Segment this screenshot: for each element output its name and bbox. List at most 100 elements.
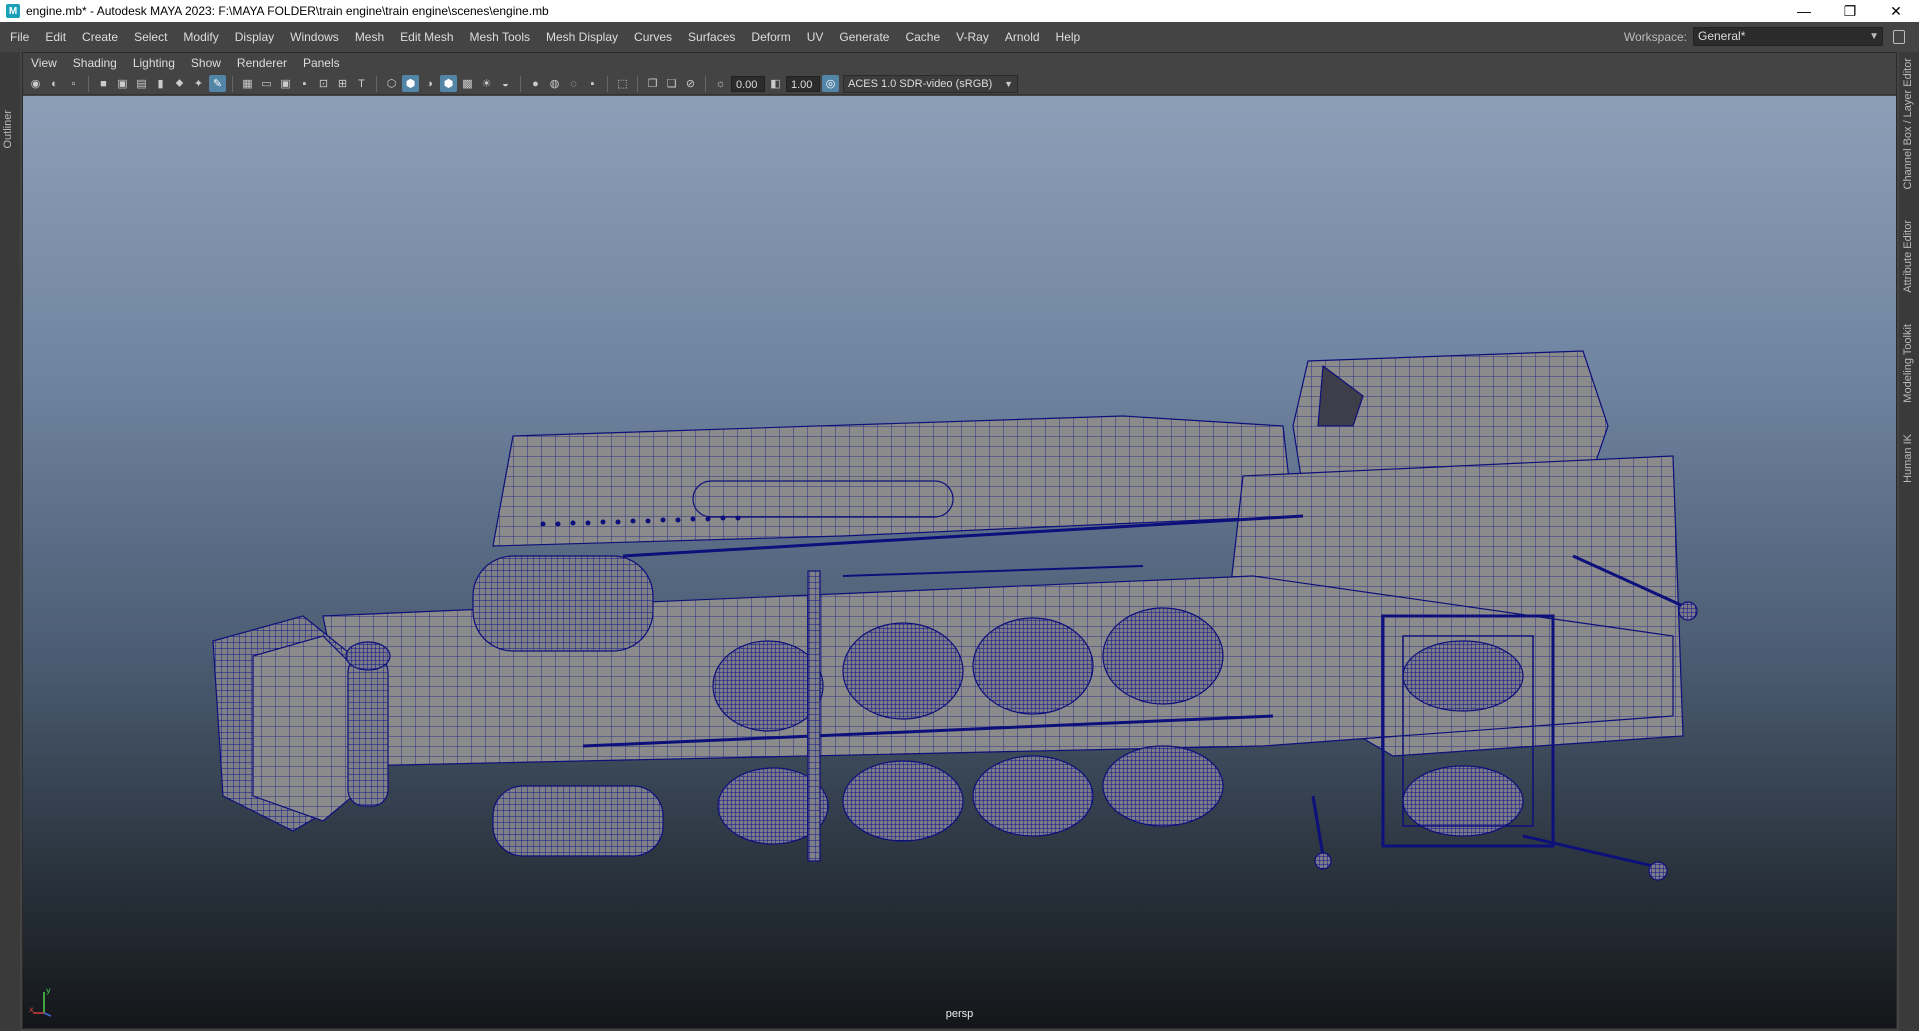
menu-curves[interactable]: Curves [626,22,680,52]
panel-menu-renderer[interactable]: Renderer [229,56,295,70]
menu-vray[interactable]: V-Ray [948,22,997,52]
ambient-occlusion-icon[interactable]: ● [527,75,544,92]
menu-display[interactable]: Display [227,22,282,52]
menu-mesh-tools[interactable]: Mesh Tools [462,22,538,52]
chevron-down-icon: ▼ [1869,31,1879,42]
view-transform-value: ACES 1.0 SDR-video (sRGB) [848,77,993,90]
text-icon[interactable]: T [353,75,370,92]
menu-arnold[interactable]: Arnold [997,22,1048,52]
menu-select[interactable]: Select [126,22,175,52]
menu-surfaces[interactable]: Surfaces [680,22,743,52]
camera-name-label: persp [945,1008,974,1020]
panel-menu-panels[interactable]: Panels [295,56,348,70]
window-title: engine.mb* - Autodesk MAYA 2023: F:\MAYA… [26,4,549,18]
perspective-panel: View Shading Lighting Show Renderer Pane… [22,52,1897,1029]
field-chart-icon[interactable]: ▪ [296,75,313,92]
wireframe-icon[interactable]: ⬡ [383,75,400,92]
bookmark-icon[interactable]: ▫ [65,75,82,92]
toolbar-divider [607,75,608,92]
exposure-icon[interactable]: ☼ [712,75,729,92]
image-plane-icon[interactable]: ▣ [114,75,131,92]
smooth-shade-icon[interactable]: ⬢ [402,75,419,92]
toolbar-divider [705,75,706,92]
toolbar-divider [376,75,377,92]
outliner-strip[interactable]: Outliner [0,52,20,1031]
menu-uv[interactable]: UV [799,22,832,52]
train-engine-model[interactable] [23,96,1896,1028]
lock-camera-icon[interactable]: ⬥ [171,75,188,92]
panel-menu-show[interactable]: Show [183,56,229,70]
pencil-icon[interactable]: ✎ [209,75,226,92]
twod-pan-icon[interactable]: ▤ [133,75,150,92]
panel-menu-view[interactable]: View [23,56,65,70]
gamma-field[interactable]: 1.00 [786,75,820,92]
viewport-persp[interactable]: y x persp [23,96,1896,1028]
safe-title-icon[interactable]: ⊞ [334,75,351,92]
minimize-button[interactable]: — [1781,0,1827,22]
tab-human-ik[interactable]: Human IK [1902,434,1914,483]
menu-modify[interactable]: Modify [175,22,226,52]
menu-deform[interactable]: Deform [743,22,798,52]
window-title-bar: M engine.mb* - Autodesk MAYA 2023: F:\MA… [0,0,1919,22]
workspace-label: Workspace: [1623,29,1687,44]
panel-menu-bar: View Shading Lighting Show Renderer Pane… [23,53,1896,73]
color-management-icon[interactable]: ◎ [822,75,839,92]
tab-modeling-toolkit[interactable]: Modeling Toolkit [1902,324,1914,403]
axis-y-label: y [46,986,51,995]
tab-channel-box[interactable]: Channel Box / Layer Editor [1902,58,1914,189]
menu-create[interactable]: Create [74,22,126,52]
default-material-icon[interactable]: ◑ [421,75,438,92]
workspace-dropdown[interactable]: General* ▼ [1693,27,1883,46]
panel-menu-shading[interactable]: Shading [65,56,125,70]
menu-mesh-display[interactable]: Mesh Display [538,22,626,52]
textured-icon[interactable]: ▩ [459,75,476,92]
wireframe-on-shaded-icon[interactable]: ⬢ [440,75,457,92]
menu-cache[interactable]: Cache [897,22,948,52]
toolbar-divider [88,75,89,92]
exposure-field[interactable]: 0.00 [731,75,765,92]
tab-attribute-editor[interactable]: Attribute Editor [1902,220,1914,293]
panel-menu-lighting[interactable]: Lighting [125,56,183,70]
maximize-button[interactable]: ❐ [1827,0,1873,22]
camera-icon[interactable]: ■ [95,75,112,92]
outliner-tab-label[interactable]: Outliner [2,110,14,149]
toolbar-divider [232,75,233,92]
menu-windows[interactable]: Windows [282,22,347,52]
panel-toolbar: ◉ ◐ ▫ ■ ▣ ▤ ▮ ⬥ ✦ ✎ ▦ ▭ ▣ ▪ ⊡ ⊞ T ⬡ ⬢ ◑ … [23,73,1896,95]
menu-generate[interactable]: Generate [831,22,897,52]
toolbar-divider [637,75,638,92]
menu-file[interactable]: File [0,22,37,52]
grease-pencil-icon[interactable]: ▮ [152,75,169,92]
anti-aliasing-icon[interactable]: ◌ [565,75,582,92]
depth-of-field-icon[interactable]: ▪ [584,75,601,92]
view-transform-dropdown[interactable]: ACES 1.0 SDR-video (sRGB) ▼ [843,74,1018,93]
grid-icon[interactable]: ▦ [239,75,256,92]
xray-joints-icon[interactable]: ❏ [663,75,680,92]
gamma-icon[interactable]: ◧ [767,75,784,92]
resolution-gate-icon[interactable]: ▭ [258,75,275,92]
menu-help[interactable]: Help [1048,22,1089,52]
lock-icon[interactable] [1893,29,1905,44]
close-button[interactable]: ✕ [1873,0,1919,22]
maya-app-icon: M [6,4,20,18]
camera-attributes-icon[interactable]: ◐ [46,75,63,92]
workspace-selector: Workspace: General* ▼ [1624,27,1905,46]
model-wireframe [212,350,1698,881]
menu-edit[interactable]: Edit [37,22,74,52]
xray-components-icon[interactable]: ⊘ [682,75,699,92]
chevron-down-icon: ▼ [1004,78,1013,89]
select-camera-icon[interactable]: ◉ [27,75,44,92]
menu-mesh[interactable]: Mesh [347,22,392,52]
toolbar-divider [520,75,521,92]
lights-icon[interactable]: ☀ [478,75,495,92]
right-dock-strip: Channel Box / Layer Editor Attribute Edi… [1899,52,1919,1031]
motion-blur-icon[interactable]: ◍ [546,75,563,92]
film-gate-icon[interactable]: ✦ [190,75,207,92]
shadows-icon[interactable]: ◒ [497,75,514,92]
safe-action-icon[interactable]: ⊡ [315,75,332,92]
gate-mask-icon[interactable]: ▣ [277,75,294,92]
menu-edit-mesh[interactable]: Edit Mesh [392,22,461,52]
window-controls: — ❐ ✕ [1781,0,1919,22]
isolate-select-icon[interactable]: ⬚ [614,75,631,92]
xray-icon[interactable]: ❐ [644,75,661,92]
